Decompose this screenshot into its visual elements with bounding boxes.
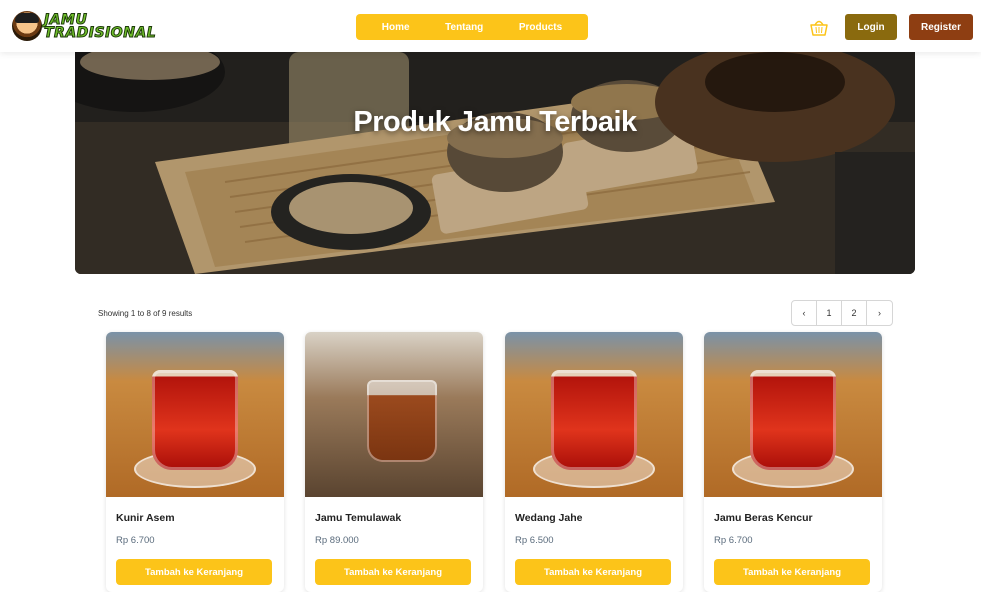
- product-image[interactable]: [704, 332, 882, 497]
- nav-home[interactable]: Home: [382, 22, 410, 33]
- product-price: Rp 89.000: [315, 535, 359, 546]
- site-header: JAMU TRADISIONAL Home Tentang Products L…: [0, 0, 981, 52]
- hero-title: Produk Jamu Terbaik: [353, 106, 637, 138]
- basket-icon[interactable]: [808, 16, 830, 38]
- nav-products[interactable]: Products: [519, 22, 562, 33]
- add-to-cart-button[interactable]: Tambah ke Keranjang: [714, 559, 870, 585]
- product-card: Jamu Beras Kencur Rp 6.700 Tambah ke Ker…: [704, 332, 882, 592]
- site-logo[interactable]: JAMU TRADISIONAL: [12, 10, 156, 42]
- product-image[interactable]: [505, 332, 683, 497]
- product-price: Rp 6.700: [116, 535, 155, 546]
- product-card: Wedang Jahe Rp 6.500 Tambah ke Keranjang: [505, 332, 683, 592]
- pagination-page-1[interactable]: 1: [817, 301, 842, 325]
- results-count: Showing 1 to 8 of 9 results: [98, 309, 193, 318]
- product-name[interactable]: Wedang Jahe: [515, 512, 583, 524]
- hero-overlay: [75, 52, 915, 274]
- add-to-cart-button[interactable]: Tambah ke Keranjang: [315, 559, 471, 585]
- product-name[interactable]: Kunir Asem: [116, 512, 175, 524]
- add-to-cart-button[interactable]: Tambah ke Keranjang: [116, 559, 272, 585]
- pagination-prev-button[interactable]: ‹: [792, 301, 817, 325]
- hero-banner: Produk Jamu Terbaik: [75, 52, 915, 274]
- pagination-next-button[interactable]: ›: [867, 301, 892, 325]
- product-price: Rp 6.500: [515, 535, 554, 546]
- product-image[interactable]: [305, 332, 483, 497]
- product-card: Kunir Asem Rp 6.700 Tambah ke Keranjang: [106, 332, 284, 592]
- product-price: Rp 6.700: [714, 535, 753, 546]
- login-button[interactable]: Login: [845, 14, 897, 40]
- logo-text: JAMU TRADISIONAL: [43, 12, 157, 41]
- product-name[interactable]: Jamu Temulawak: [315, 512, 401, 524]
- nav-tentang[interactable]: Tentang: [445, 22, 483, 33]
- add-to-cart-button[interactable]: Tambah ke Keranjang: [515, 559, 671, 585]
- product-name[interactable]: Jamu Beras Kencur: [714, 512, 813, 524]
- logo-word-tradisional: TRADISIONAL: [43, 24, 157, 41]
- pagination-page-2[interactable]: 2: [842, 301, 867, 325]
- product-image[interactable]: [106, 332, 284, 497]
- pagination: ‹ 1 2 ›: [791, 300, 893, 326]
- product-card: Jamu Temulawak Rp 89.000 Tambah ke Keran…: [305, 332, 483, 592]
- main-nav: Home Tentang Products: [356, 14, 588, 40]
- register-button[interactable]: Register: [909, 14, 973, 40]
- logo-mascot-icon: [12, 11, 42, 41]
